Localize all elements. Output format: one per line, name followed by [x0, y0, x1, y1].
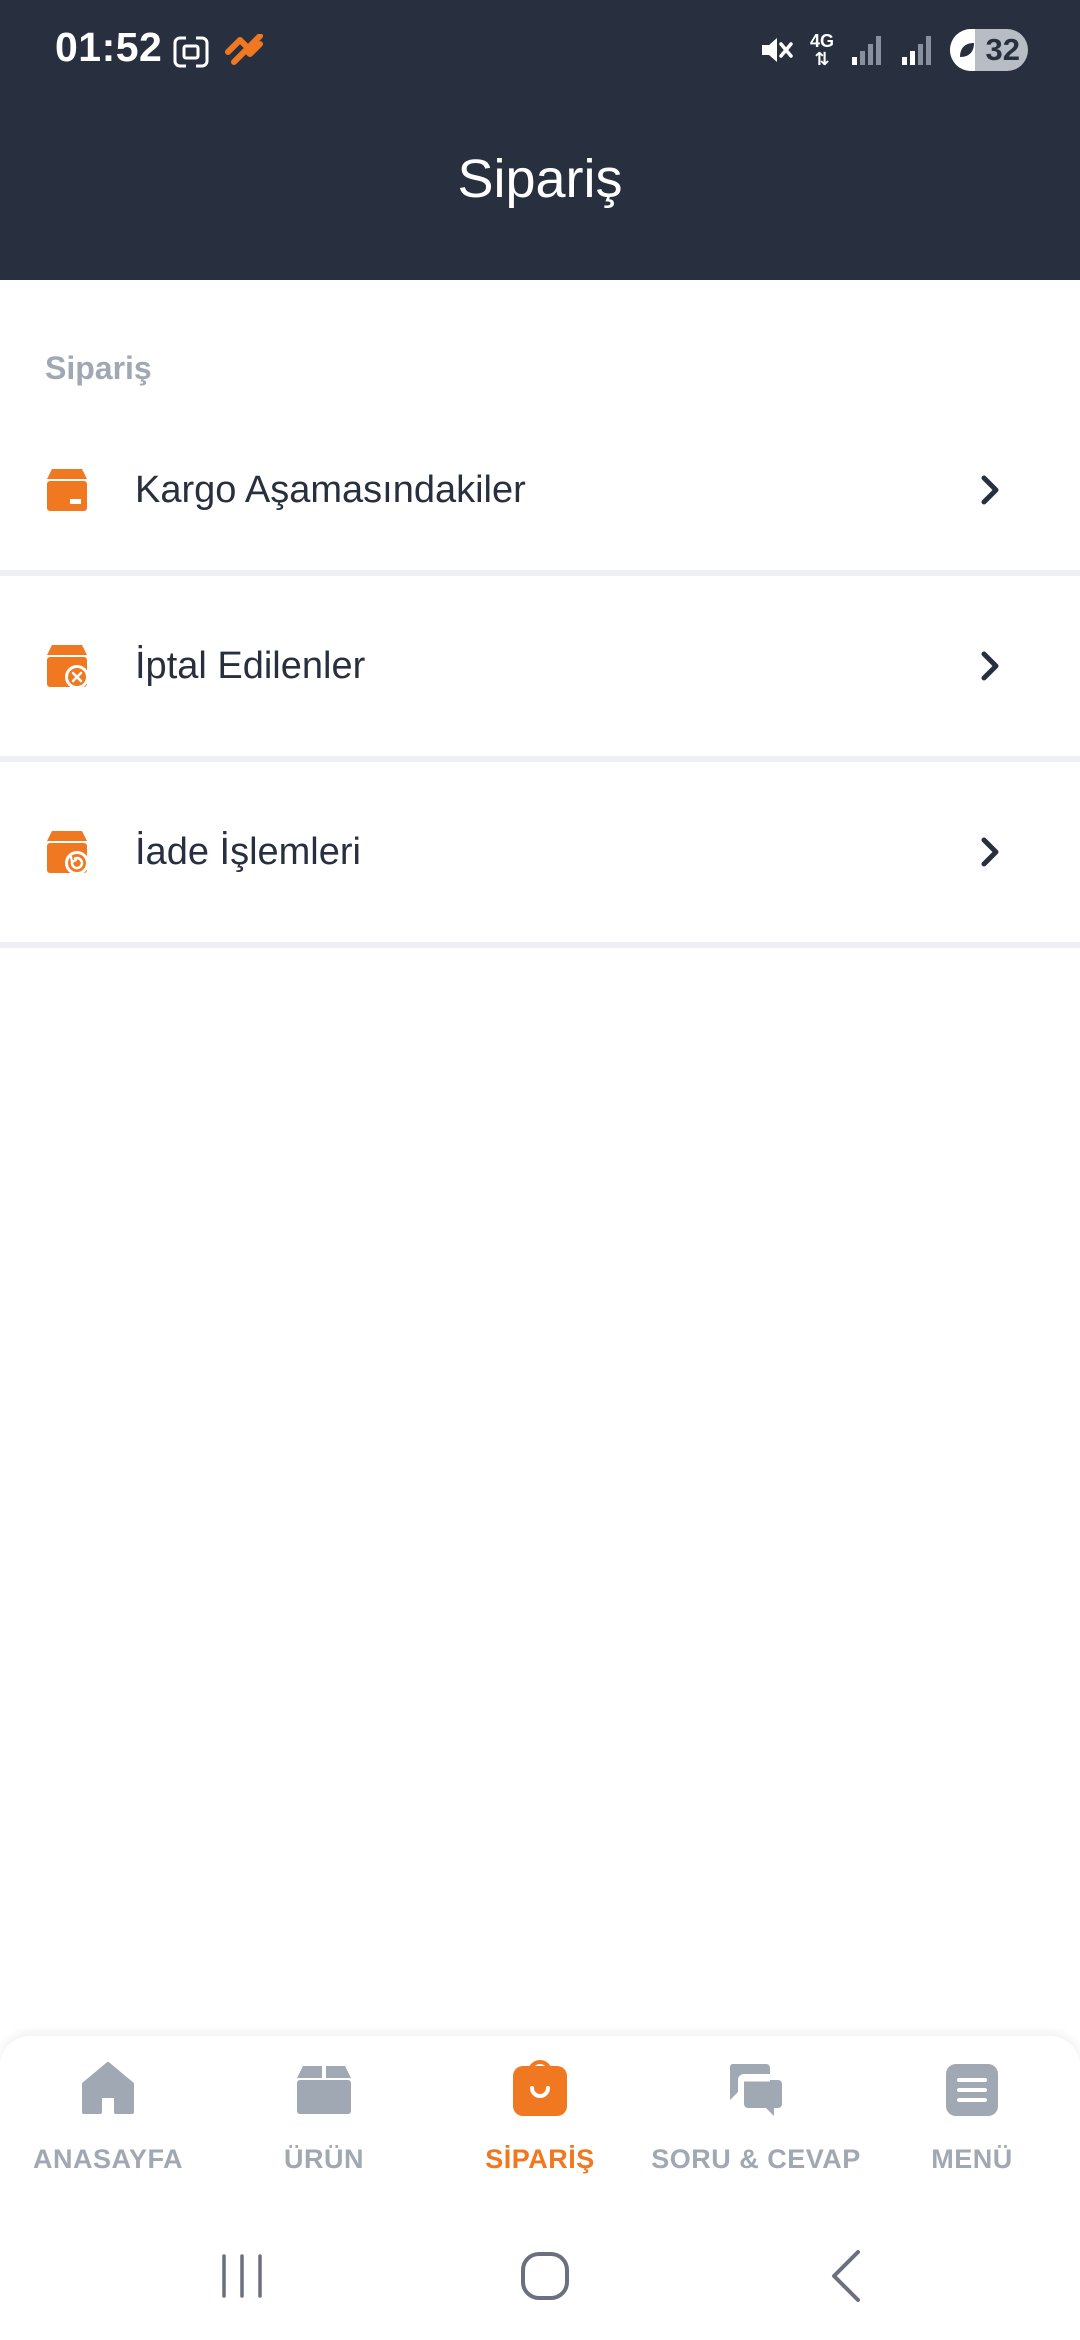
nav-label: ÜRÜN [284, 2144, 364, 2174]
data-arrows-icon: ⇅ [814, 49, 830, 69]
signal-strength-2-icon [902, 36, 931, 65]
network-type-icon: 4G ⇅ [810, 32, 834, 68]
section-title: Sipariş [45, 350, 152, 386]
network-type-label: 4G [809, 31, 834, 51]
status-notification-icons [172, 32, 264, 72]
nav-products[interactable]: ÜRÜN [216, 2036, 432, 2206]
recent-apps-icon[interactable] [212, 2246, 272, 2306]
menu-item-label: İade İşlemleri [135, 830, 361, 873]
chevron-right-icon [981, 651, 999, 681]
battery-indicator: 32 [950, 29, 1028, 71]
home-button-icon[interactable] [515, 2246, 575, 2306]
shopping-bag-icon [513, 2060, 567, 2116]
nav-label: SORU & CEVAP [651, 2144, 861, 2174]
chat-bubbles-icon [729, 2064, 782, 2116]
menu-item-label: Kargo Aşamasındakiler [135, 468, 526, 511]
app-notification-icon [225, 34, 263, 65]
nav-questions-answers[interactable]: SORU & CEVAP [648, 2036, 864, 2206]
page-title: Sipariş [457, 149, 623, 209]
package-return-icon [47, 831, 89, 875]
package-icon [47, 469, 87, 511]
nav-label: MENÜ [931, 2144, 1013, 2174]
box-icon [297, 2066, 351, 2114]
chevron-right-icon [981, 837, 999, 867]
bottom-navigation: ANASAYFA ÜRÜN SİPARİŞ SORU & CEVAP MENÜ [0, 2036, 1080, 2206]
status-time: 01:52 [55, 24, 163, 70]
menu-icon [946, 2064, 998, 2116]
menu-item-returns[interactable]: İade İşlemleri [0, 762, 1080, 948]
screenshot-icon [173, 35, 209, 69]
menu-item-in-shipping[interactable]: Kargo Aşamasındakiler [0, 410, 1080, 576]
status-system-icons: 4G ⇅ 32 [758, 26, 1028, 74]
home-icon [82, 2062, 134, 2114]
status-bar: 01:52 4G ⇅ 32 [0, 0, 1080, 100]
menu-item-label: İptal Edilenler [135, 644, 366, 687]
nav-home[interactable]: ANASAYFA [0, 2036, 216, 2206]
nav-label: ANASAYFA [32, 2144, 184, 2174]
nav-orders[interactable]: SİPARİŞ [432, 2036, 648, 2206]
chevron-right-icon [981, 475, 999, 505]
nav-menu[interactable]: MENÜ [864, 2036, 1080, 2206]
app-header: 01:52 4G ⇅ 32 Sipariş [0, 0, 1080, 280]
package-cancel-icon [47, 645, 89, 689]
nav-label: SİPARİŞ [485, 2144, 595, 2174]
order-menu-list: Kargo Aşamasındakiler İptal Edilenler İa… [0, 410, 1080, 948]
battery-level: 32 [985, 32, 1020, 67]
system-navigation-bar [0, 2206, 1080, 2340]
power-saving-icon [960, 43, 974, 57]
app-screen: 01:52 4G ⇅ 32 Sipariş Sipariş Kargo Aşam… [0, 0, 1080, 2340]
menu-item-cancelled[interactable]: İptal Edilenler [0, 576, 1080, 762]
mute-icon [761, 38, 793, 62]
back-icon[interactable] [818, 2246, 878, 2306]
signal-strength-icon [852, 36, 881, 65]
